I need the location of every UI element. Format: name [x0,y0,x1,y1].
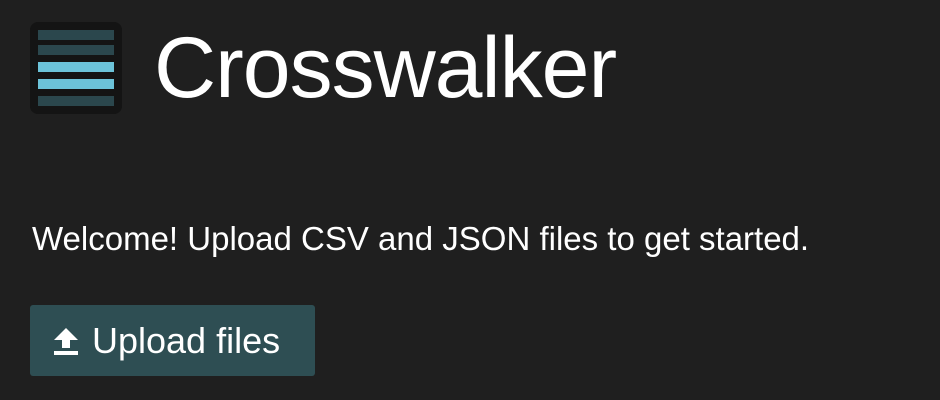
upload-button-label: Upload files [92,319,281,361]
welcome-message: Welcome! Upload CSV and JSON files to ge… [32,220,810,257]
upload-arrow-icon [54,327,78,355]
logo-icon [30,22,122,114]
app-header: Crosswalker [30,20,617,116]
upload-files-button[interactable]: Upload files [30,305,315,376]
app-title: Crosswalker [154,20,617,116]
